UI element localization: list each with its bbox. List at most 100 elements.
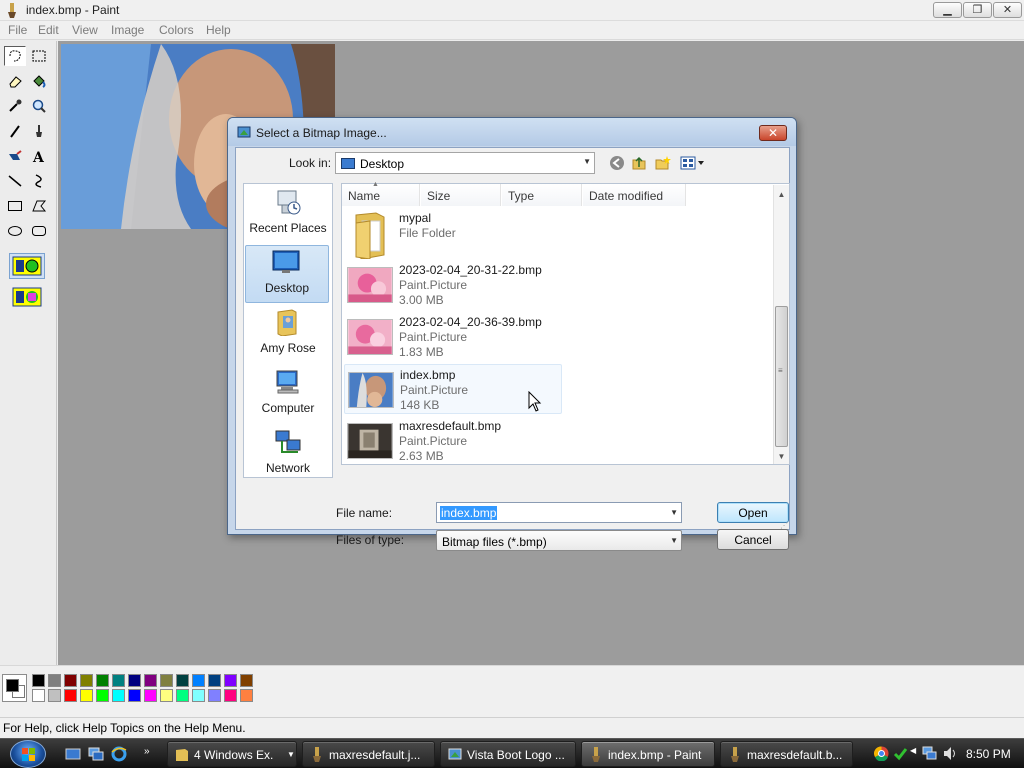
color-swatch[interactable] xyxy=(128,674,141,687)
color-swatch[interactable] xyxy=(176,689,189,702)
color-swatch[interactable] xyxy=(112,674,125,687)
color-swatch[interactable] xyxy=(240,674,253,687)
fill-option-transparent[interactable] xyxy=(9,284,45,310)
menu-help[interactable]: Help xyxy=(206,23,231,37)
scrollbar-thumb[interactable]: ≡ xyxy=(775,306,788,447)
color-swatch[interactable] xyxy=(240,689,253,702)
cancel-button[interactable]: Cancel xyxy=(717,529,789,550)
open-button[interactable]: Open xyxy=(717,502,789,523)
text-tool[interactable]: A xyxy=(28,146,50,166)
color-swatch[interactable] xyxy=(224,689,237,702)
taskbar-button-vista-boot-logo[interactable]: Vista Boot Logo ... xyxy=(440,741,576,767)
list-item[interactable]: 2023-02-04_20-31-22.bmp Paint.Picture 3.… xyxy=(344,260,562,310)
fill-tool[interactable] xyxy=(28,71,50,91)
show-desktop-icon[interactable] xyxy=(65,746,81,762)
look-in-combo[interactable]: Desktop ▼ xyxy=(335,152,595,174)
free-form-select-tool[interactable] xyxy=(4,46,26,66)
place-amy-rose[interactable]: Amy Rose xyxy=(244,306,332,364)
views-menu-button[interactable] xyxy=(680,154,706,172)
color-swatch[interactable] xyxy=(96,689,109,702)
rounded-rectangle-tool[interactable] xyxy=(28,221,50,241)
menu-file[interactable]: File xyxy=(8,23,27,37)
place-network[interactable]: Network xyxy=(244,426,332,484)
color-swatch[interactable] xyxy=(192,674,205,687)
color-swatch[interactable] xyxy=(160,689,173,702)
quick-launch-overflow-icon[interactable]: » xyxy=(144,746,150,757)
start-button[interactable] xyxy=(10,740,46,768)
color-swatch[interactable] xyxy=(64,689,77,702)
scroll-up-button[interactable]: ▲ xyxy=(774,186,789,202)
color-swatch[interactable] xyxy=(224,674,237,687)
magnifier-tool[interactable] xyxy=(28,96,50,116)
dialog-close-button[interactable]: ✕ xyxy=(759,125,787,141)
menu-colors[interactable]: Colors xyxy=(159,23,194,37)
eraser-tool[interactable] xyxy=(4,71,26,91)
up-folder-button[interactable] xyxy=(630,154,648,172)
color-swatch[interactable] xyxy=(80,689,93,702)
ellipse-tool[interactable] xyxy=(4,221,26,241)
minimize-button[interactable]: ▁ xyxy=(933,2,962,18)
curve-tool[interactable] xyxy=(28,171,50,191)
files-of-type-select[interactable]: Bitmap files (*.bmp) ▼ xyxy=(436,530,682,551)
polygon-tool[interactable] xyxy=(28,196,50,216)
tray-overflow-icon[interactable]: ◀ xyxy=(910,746,916,755)
file-name-input[interactable]: index.bmp ▼ xyxy=(436,502,682,523)
taskbar-button-windows-explorer[interactable]: 4 Windows Ex... ▼ xyxy=(167,741,297,767)
color-swatch[interactable] xyxy=(208,674,221,687)
back-button[interactable] xyxy=(608,154,626,172)
color-swatch[interactable] xyxy=(160,674,173,687)
column-header-size[interactable]: Size xyxy=(421,184,501,206)
place-computer[interactable]: Computer xyxy=(244,366,332,424)
list-item[interactable]: 2023-02-04_20-36-39.bmp Paint.Picture 1.… xyxy=(344,312,562,362)
fill-option-opaque[interactable] xyxy=(9,253,45,279)
color-swatch[interactable] xyxy=(32,674,45,687)
rectangle-tool[interactable] xyxy=(4,196,26,216)
color-swatch[interactable] xyxy=(48,674,61,687)
taskbar-button-index-paint[interactable]: index.bmp - Paint xyxy=(581,741,715,767)
color-swatch[interactable] xyxy=(176,674,189,687)
maximize-button[interactable]: ❐ xyxy=(963,2,992,18)
close-button[interactable]: ✕ xyxy=(993,2,1022,18)
color-swatch[interactable] xyxy=(80,674,93,687)
menu-image[interactable]: Image xyxy=(111,23,144,37)
line-tool[interactable] xyxy=(4,171,26,191)
color-swatch[interactable] xyxy=(64,674,77,687)
switch-windows-icon[interactable] xyxy=(88,746,104,762)
select-tool[interactable] xyxy=(28,46,50,66)
volume-icon[interactable] xyxy=(943,746,958,761)
pencil-tool[interactable] xyxy=(4,121,26,141)
place-recent-places[interactable]: Recent Places xyxy=(244,186,332,244)
internet-explorer-icon[interactable] xyxy=(111,746,127,762)
color-swatch[interactable] xyxy=(112,689,125,702)
taskbar-button-maxresdefault-jpg[interactable]: maxresdefault.j... xyxy=(302,741,435,767)
color-swatch[interactable] xyxy=(128,689,141,702)
file-list[interactable]: Name ▲ Size Type Date modified mypal Fil… xyxy=(341,181,790,466)
color-swatch[interactable] xyxy=(144,674,157,687)
new-folder-button[interactable] xyxy=(654,154,672,172)
list-item[interactable]: maxresdefault.bmp Paint.Picture 2.63 MB xyxy=(344,416,562,466)
color-swatch[interactable] xyxy=(32,689,45,702)
taskbar-button-maxresdefault-bmp[interactable]: maxresdefault.b... xyxy=(720,741,853,767)
scroll-down-button[interactable]: ▼ xyxy=(774,448,789,464)
security-check-icon[interactable] xyxy=(893,746,908,761)
chevron-down-icon[interactable]: ▼ xyxy=(670,508,678,517)
clock[interactable]: 8:50 PM xyxy=(966,747,1011,761)
column-header-type[interactable]: Type xyxy=(502,184,582,206)
color-swatch[interactable] xyxy=(192,689,205,702)
file-list-scrollbar[interactable]: ▲ ≡ ▼ xyxy=(773,185,789,464)
airbrush-tool[interactable] xyxy=(4,146,26,166)
place-desktop[interactable]: Desktop xyxy=(245,245,329,303)
brush-tool[interactable] xyxy=(28,121,50,141)
menu-edit[interactable]: Edit xyxy=(38,23,59,37)
network-status-icon[interactable] xyxy=(922,746,937,761)
color-swatch[interactable] xyxy=(144,689,157,702)
column-header-date-modified[interactable]: Date modified xyxy=(583,184,686,206)
menu-view[interactable]: View xyxy=(72,23,98,37)
color-swatch[interactable] xyxy=(48,689,61,702)
list-item[interactable]: mypal File Folder xyxy=(344,208,562,259)
column-header-name[interactable]: Name ▲ xyxy=(342,181,420,206)
color-swatch[interactable] xyxy=(208,689,221,702)
resize-grip-icon[interactable]: ⋰ xyxy=(780,521,788,530)
chrome-icon[interactable] xyxy=(874,746,889,761)
color-swatch[interactable] xyxy=(96,674,109,687)
